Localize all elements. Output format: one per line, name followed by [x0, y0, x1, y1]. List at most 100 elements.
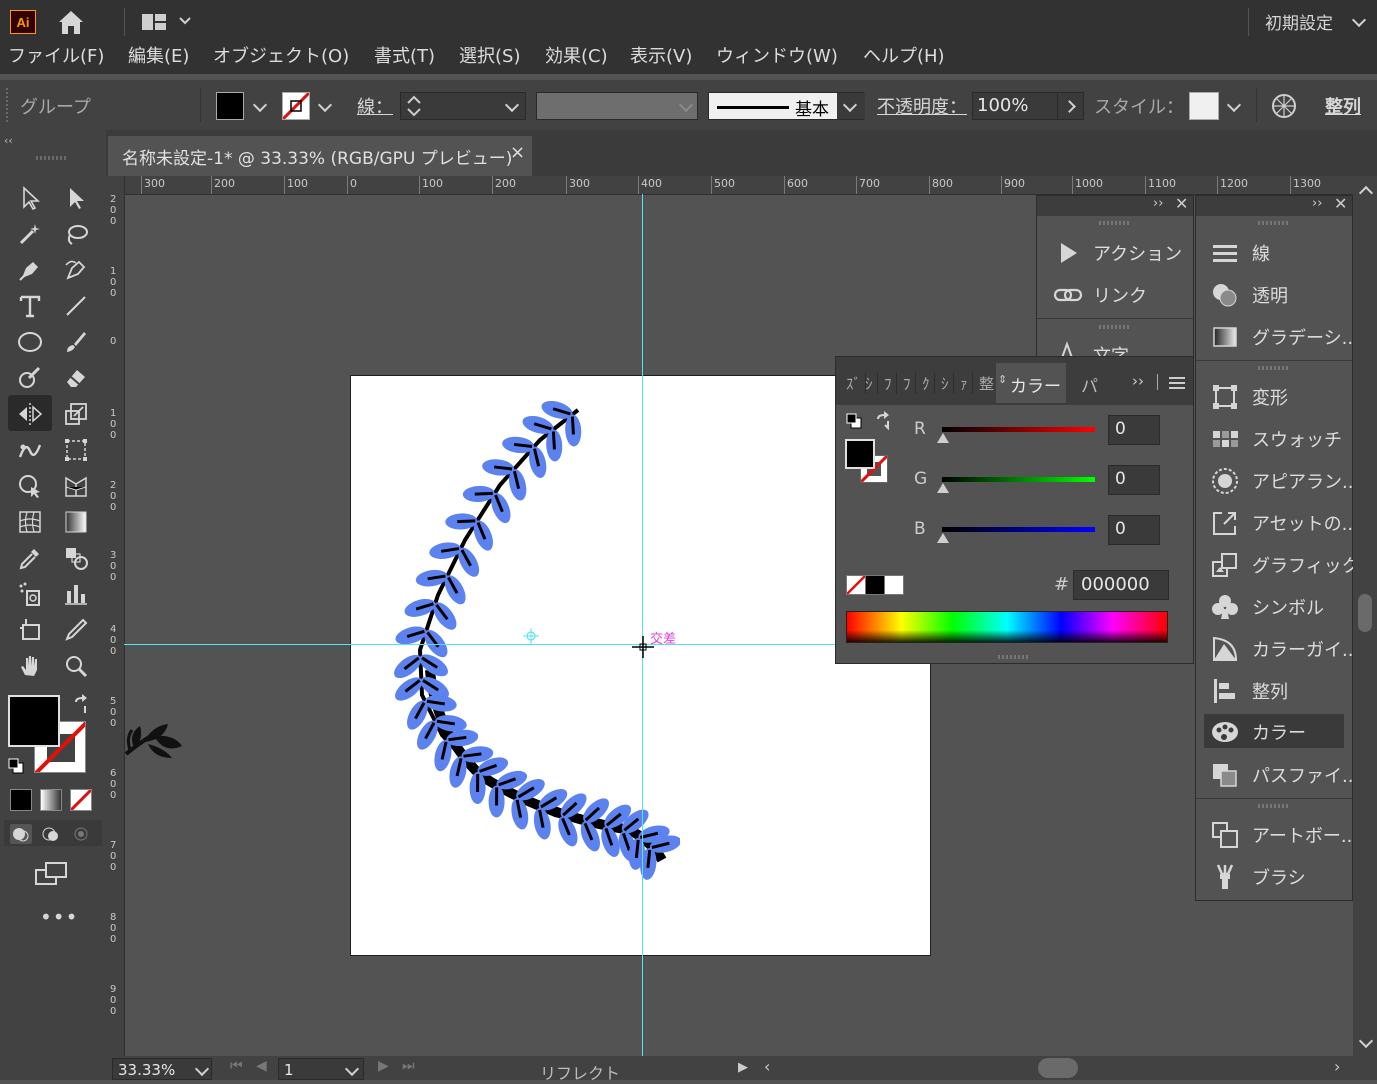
panel-item-artboards[interactable]: アートボー...: [1196, 816, 1352, 852]
variable-width-profile[interactable]: [536, 92, 698, 120]
panel-item-graphic-styles[interactable]: グラフィック...: [1196, 546, 1352, 582]
fill-swatch-front[interactable]: [8, 695, 60, 747]
paintbrush-tool-icon[interactable]: [58, 326, 94, 358]
color-panel-tab[interactable]: ｸ: [922, 373, 935, 394]
workspace-switcher[interactable]: 初期設定: [1265, 9, 1333, 34]
artboard-tool-icon[interactable]: [12, 614, 48, 646]
color-slider-track[interactable]: [942, 427, 1095, 432]
default-fill-stroke-icon[interactable]: [8, 758, 24, 774]
reflect-tool-icon[interactable]: [12, 398, 48, 430]
opacity-label[interactable]: 不透明度：: [877, 93, 967, 119]
eyedropper-tool-icon[interactable]: [12, 542, 48, 574]
opacity-field[interactable]: 100%: [972, 92, 1084, 120]
panel-item-color-guide[interactable]: カラーガイ...: [1196, 630, 1352, 666]
column-graph-tool-icon[interactable]: [58, 578, 94, 610]
black-swatch[interactable]: [865, 575, 885, 595]
tab-color[interactable]: ⇕ カラー: [996, 363, 1066, 403]
edit-toolbar-icon[interactable]: •••: [40, 912, 66, 926]
color-value-field[interactable]: 0: [1108, 465, 1160, 495]
last-artboard-icon[interactable]: ⏭: [402, 1058, 415, 1074]
draw-inside-icon[interactable]: [70, 824, 92, 844]
menu-help[interactable]: ヘルプ(H): [863, 42, 945, 72]
color-panel-tab[interactable]: ｽﾞ: [846, 373, 866, 394]
default-colors-icon[interactable]: [846, 413, 862, 429]
panel-item-gradient[interactable]: グラデーシ...: [1196, 318, 1352, 354]
zoom-dropdown[interactable]: 33.33%: [112, 1058, 212, 1080]
color-slider-track[interactable]: [942, 477, 1095, 482]
gradient-tool-icon[interactable]: [58, 506, 94, 538]
color-slider-track[interactable]: [942, 527, 1095, 532]
swap-colors-icon[interactable]: [874, 411, 894, 431]
color-panel-tab[interactable]: ｼ: [865, 373, 878, 394]
stroke-color-swatch[interactable]: [282, 92, 310, 120]
panel-item-symbols[interactable]: シンボル: [1196, 588, 1352, 624]
panel-item-transparency[interactable]: 透明: [1196, 276, 1352, 312]
fill-swatch-mini[interactable]: [845, 439, 875, 469]
color-panel-tab[interactable]: ｧ: [960, 373, 973, 394]
tab-pattern[interactable]: パ: [1081, 372, 1098, 397]
panel-item-transform[interactable]: 変形: [1196, 378, 1352, 414]
magic-wand-tool-icon[interactable]: [12, 218, 48, 250]
menu-edit[interactable]: 編集(E): [128, 42, 189, 72]
scroll-left-icon[interactable]: ‹: [764, 1057, 770, 1076]
vertical-scroll-thumb[interactable]: [1358, 594, 1372, 632]
line-segment-tool-icon[interactable]: [58, 290, 94, 322]
none-mode-button[interactable]: [70, 789, 92, 811]
mesh-tool-icon[interactable]: [12, 506, 48, 538]
curvature-tool-icon[interactable]: [58, 254, 94, 286]
draw-normal-icon[interactable]: [10, 824, 32, 844]
menu-view[interactable]: 表示(V): [630, 42, 692, 72]
zoom-tool-icon[interactable]: [58, 650, 94, 682]
arrange-documents-icon[interactable]: [140, 10, 196, 34]
next-artboard-icon[interactable]: ▶: [378, 1058, 389, 1074]
hex-field[interactable]: 000000: [1073, 570, 1169, 600]
vertical-ruler[interactable]: 2001000100200300400500600700800900: [106, 176, 125, 1056]
panel-item-actions[interactable]: アクション: [1037, 234, 1193, 270]
hand-tool-icon[interactable]: [12, 650, 48, 682]
white-swatch[interactable]: [884, 575, 904, 595]
symbol-sprayer-tool-icon[interactable]: [12, 578, 48, 610]
eraser-tool-icon[interactable]: [58, 362, 94, 394]
blend-tool-icon[interactable]: [58, 542, 94, 574]
color-panel-tab[interactable]: ﾌ: [903, 373, 916, 394]
first-artboard-icon[interactable]: ⏮: [230, 1058, 243, 1074]
align-link[interactable]: 整列: [1325, 93, 1361, 119]
free-transform-tool-icon[interactable]: [58, 434, 94, 466]
scale-tool-icon[interactable]: [58, 398, 94, 430]
slice-tool-icon[interactable]: [58, 614, 94, 646]
puppet-warp-tool-icon[interactable]: [12, 434, 48, 466]
panel-item-links[interactable]: リンク: [1037, 276, 1193, 312]
recolor-artwork-icon[interactable]: [1270, 92, 1298, 120]
gradient-mode-button[interactable]: [40, 789, 62, 811]
pen-tool-icon[interactable]: [12, 254, 48, 286]
selection-tool-icon[interactable]: [12, 182, 48, 214]
screen-mode-icon[interactable]: [34, 860, 70, 888]
ellipse-tool-icon[interactable]: [12, 326, 48, 358]
panel-item-brushes[interactable]: ブラシ: [1196, 858, 1352, 894]
lasso-tool-icon[interactable]: [58, 218, 94, 250]
color-panel-tab[interactable]: ｼ: [941, 373, 954, 394]
color-slider-thumb[interactable]: [937, 433, 949, 443]
menu-file[interactable]: ファイル(F): [8, 42, 104, 72]
direct-selection-tool-icon[interactable]: [58, 182, 94, 214]
shape-builder-tool-icon[interactable]: [12, 470, 48, 502]
panel-item-pathfinder[interactable]: パスファイ...: [1196, 756, 1352, 792]
close-icon[interactable]: ×: [510, 142, 525, 163]
menu-effect[interactable]: 効果(C): [545, 42, 608, 72]
panel-item-stroke[interactable]: 線: [1196, 234, 1352, 270]
close-icon[interactable]: ✕: [1175, 194, 1188, 213]
leaf-symbol[interactable]: [124, 704, 186, 760]
panel-item-appearance[interactable]: アピアラン...: [1196, 462, 1352, 498]
color-panel-tab[interactable]: ﾌ: [884, 373, 897, 394]
panel-item-color[interactable]: カラー: [1204, 714, 1344, 748]
horizontal-ruler[interactable]: 3002001000100200300400500600700800900100…: [124, 176, 1353, 195]
close-icon[interactable]: ✕: [1334, 194, 1347, 213]
shaper-tool-icon[interactable]: [12, 362, 48, 394]
swap-fill-stroke-icon[interactable]: [70, 694, 92, 716]
color-mode-button[interactable]: [10, 789, 32, 811]
home-icon[interactable]: [56, 8, 86, 36]
horizontal-scroll-thumb[interactable]: [1038, 1058, 1078, 1078]
previous-artboard-icon[interactable]: ◀: [256, 1058, 267, 1074]
menu-window[interactable]: ウィンドウ(W): [716, 42, 838, 72]
none-swatch[interactable]: [846, 575, 866, 595]
